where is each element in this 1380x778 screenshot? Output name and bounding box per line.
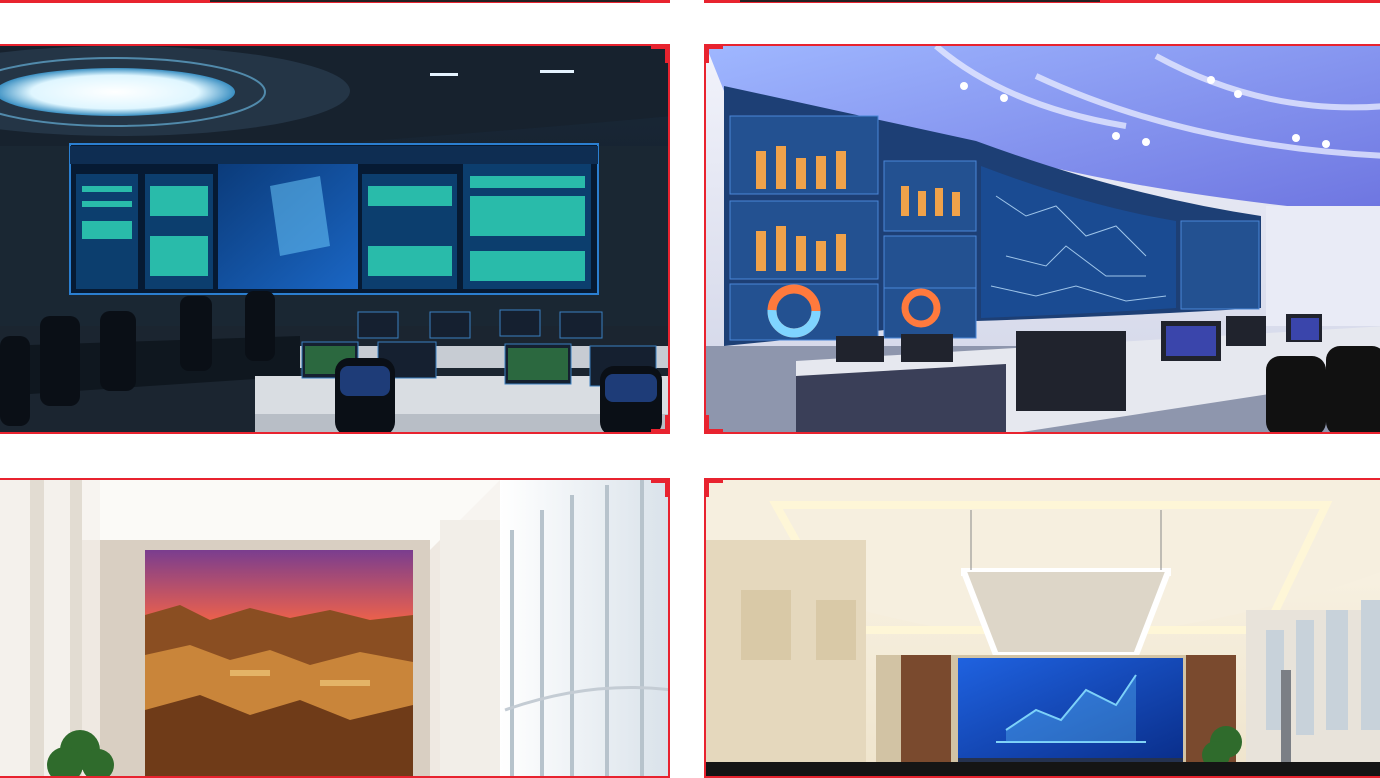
control-room-curved-image <box>706 46 1380 432</box>
meeting-room-image <box>706 480 1380 776</box>
corner-marker-tr <box>651 480 668 497</box>
control-room-dark-image <box>0 46 668 432</box>
corner-marker-tl <box>706 480 723 497</box>
image-tile-control-room-curved[interactable] <box>704 44 1380 434</box>
corner-marker-bl <box>706 415 723 432</box>
corner-marker-tl <box>706 46 723 63</box>
image-tile-lobby-landscape-wall[interactable] <box>0 478 670 778</box>
top-left-image-edge <box>210 0 640 2</box>
corner-marker-tr <box>651 46 668 63</box>
image-tile-control-room-dark[interactable] <box>0 44 670 434</box>
corner-marker-br <box>651 415 668 432</box>
image-tile-meeting-room-screen[interactable] <box>704 478 1380 778</box>
top-right-image-edge <box>740 0 1100 2</box>
lobby-landscape-image <box>0 480 668 776</box>
